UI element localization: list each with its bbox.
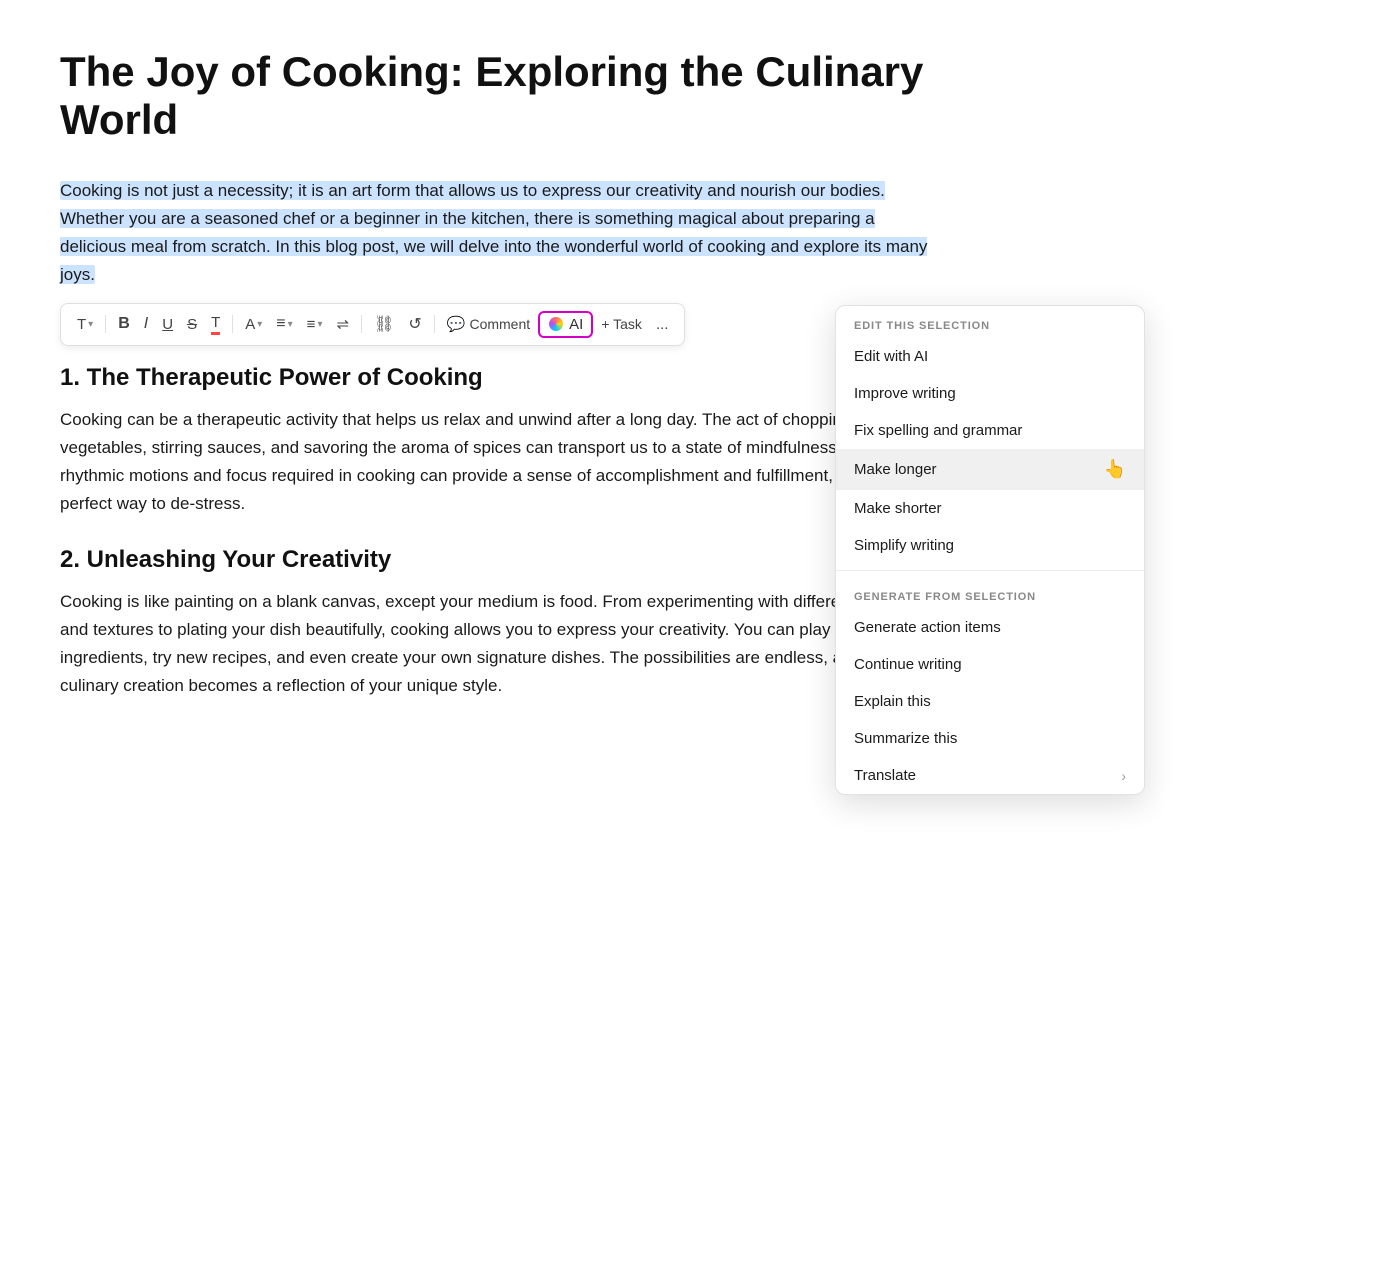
make-longer-item[interactable]: Make longer 👆 [836,449,1144,490]
refresh-button[interactable]: ↺ [402,310,427,338]
section-2-body: Cooking is like painting on a blank canv… [60,588,940,700]
italic-button[interactable]: I [138,311,154,337]
chevron-right-icon: › [1121,768,1126,784]
selected-text: Cooking is not just a necessity; it is a… [60,181,927,284]
separator-2 [232,315,233,333]
separator [105,315,106,333]
translate-item[interactable]: Translate › [836,757,1144,794]
link-button[interactable]: ⛓ [368,310,400,338]
summarize-this-item[interactable]: Summarize this [836,720,1144,757]
strikethrough-button[interactable]: S [181,312,203,337]
ai-dropdown-menu: EDIT THIS SELECTION Edit with AI Improve… [835,305,1145,795]
section-2-heading: 2. Unleashing Your Creativity [60,546,940,574]
indent-button[interactable]: ⇌ [330,311,355,337]
cursor-icon: 👆 [1104,459,1126,480]
fix-spelling-item[interactable]: Fix spelling and grammar [836,412,1144,449]
ai-button[interactable]: AI [538,311,593,338]
generate-action-items-item[interactable]: Generate action items [836,609,1144,646]
edit-with-ai-item[interactable]: Edit with AI [836,338,1144,375]
section-1-heading: 1. The Therapeutic Power of Cooking [60,364,940,392]
text-style-button[interactable]: T ▾ [71,312,99,337]
menu-divider [836,570,1144,571]
align-button[interactable]: ≡ ▾ [270,311,298,337]
generate-section-label: GENERATE FROM SELECTION [836,577,1144,609]
comment-button[interactable]: 💬 Comment [441,311,536,337]
task-button[interactable]: + Task [595,312,648,336]
ai-orb-icon [548,316,564,332]
section-1-body: Cooking can be a therapeutic activity th… [60,406,940,518]
simplify-writing-item[interactable]: Simplify writing [836,527,1144,564]
document-title: The Joy of Cooking: Exploring the Culina… [60,48,940,145]
separator-3 [361,315,362,333]
improve-writing-item[interactable]: Improve writing [836,375,1144,412]
make-shorter-item[interactable]: Make shorter [836,490,1144,527]
edit-section-label: EDIT THIS SELECTION [836,306,1144,338]
continue-writing-item[interactable]: Continue writing [836,646,1144,683]
selected-paragraph: Cooking is not just a necessity; it is a… [60,177,940,289]
formatting-toolbar: T ▾ B I U S T A ▾ ≡ ▾ ≡ ▾ [60,303,685,346]
separator-4 [434,315,435,333]
bold-button[interactable]: B [112,311,136,337]
underline-button[interactable]: U [156,312,179,337]
explain-this-item[interactable]: Explain this [836,683,1144,720]
list-button[interactable]: ≡ ▾ [301,312,329,337]
highlight-button[interactable]: T [205,310,226,339]
more-options-button[interactable]: ... [650,312,675,337]
font-color-button[interactable]: A ▾ [239,312,268,337]
